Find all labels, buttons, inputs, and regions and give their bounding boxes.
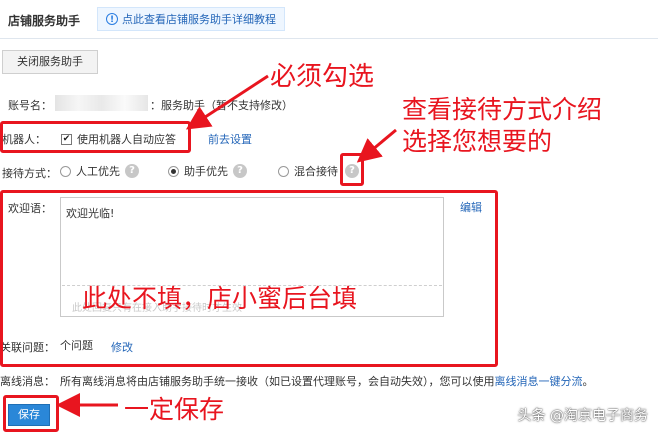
annotation-arrows: [56, 74, 397, 417]
arrow-to-help: [356, 128, 397, 163]
arrow-to-robot: [185, 74, 269, 130]
watermark: 头条 @淘京电子商务: [517, 408, 648, 424]
